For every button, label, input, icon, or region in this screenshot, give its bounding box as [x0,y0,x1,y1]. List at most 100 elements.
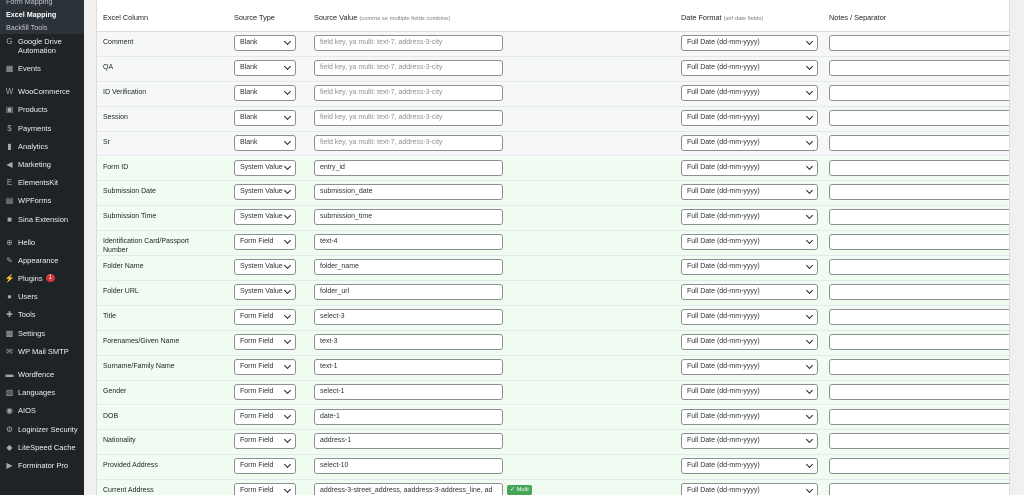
source-type-select[interactable]: Form Field [234,333,296,350]
source-value-input[interactable]: submission_date [314,184,503,201]
source-type-select[interactable]: System Value [234,259,296,276]
notes-separator-input[interactable] [829,383,1009,400]
notes-separator-input[interactable] [829,483,1009,495]
notes-separator-input[interactable] [829,408,1009,425]
date-format-select[interactable]: Full Date (dd-mm-yyyy) [681,35,818,51]
source-value-input[interactable]: folder_name [314,259,503,276]
date-format-select[interactable]: Full Date (dd-mm-yyyy) [681,209,818,226]
date-format-select[interactable]: Full Date (dd-mm-yyyy) [681,84,818,101]
submenu-item[interactable]: Excel Mapping [0,8,84,21]
source-type-select[interactable]: System Value [234,159,296,176]
source-type-select[interactable]: Blank [234,134,296,151]
date-format-select[interactable]: Full Date (dd-mm-yyyy) [681,109,818,126]
notes-separator-input[interactable] [829,84,1009,101]
notes-separator-input[interactable] [829,433,1009,450]
sidebar-item-google-drive-automation[interactable]: G Google Drive Automation [0,34,84,61]
date-format-select[interactable]: Full Date (dd-mm-yyyy) [681,59,818,76]
source-type-select[interactable]: Form Field [234,483,296,495]
date-format-select[interactable]: Full Date (dd-mm-yyyy) [681,333,818,350]
source-type-select[interactable]: System Value [234,209,296,226]
sidebar-item-sina-extension[interactable]: ■ Sina Extension [0,212,84,230]
source-value-input[interactable]: select-1 [314,383,503,400]
date-format-select[interactable]: Full Date (dd-mm-yyyy) [681,284,818,300]
source-value-input[interactable]: date-1 [314,408,503,425]
sidebar-item-wp-mail-smtp[interactable]: ✉ WP Mail SMTP [0,344,84,362]
notes-separator-input[interactable] [829,184,1009,201]
sidebar-item-events[interactable]: ▦ Events [0,61,84,79]
sidebar-item-aios[interactable]: ◉ AIOS [0,403,84,421]
sidebar-item-marketing[interactable]: ◀ Marketing [0,157,84,175]
sidebar-item-elementskit[interactable]: E ElementsKit [0,175,84,193]
source-value-input[interactable]: field key, ya multi: text-7, address-3-c… [314,109,503,126]
notes-separator-input[interactable] [829,458,1009,475]
date-format-select[interactable]: Full Date (dd-mm-yyyy) [681,134,818,151]
sidebar-item-litespeed-cache[interactable]: ◆ LiteSpeed Cache [0,440,84,458]
sidebar-item-products[interactable]: ▣ Products [0,102,84,120]
notes-separator-input[interactable] [829,234,1009,251]
date-format-select[interactable]: Full Date (dd-mm-yyyy) [681,458,818,475]
sidebar-item-tools[interactable]: ✚ Tools [0,307,84,325]
notes-separator-input[interactable] [829,308,1009,325]
source-type-select[interactable]: System Value [234,184,296,201]
source-type-select[interactable]: Blank [234,109,296,126]
sidebar-item-wordfence[interactable]: ▬ Wordfence [0,367,84,385]
source-value-input[interactable]: entry_id [314,159,503,176]
notes-separator-input[interactable] [829,333,1009,350]
sidebar-item-plugins[interactable]: ⚡ Plugins 1 [0,271,84,289]
sidebar-item-loginizer-security[interactable]: ⚙ Loginizer Security [0,422,84,440]
source-type-select[interactable]: Form Field [234,234,296,251]
notes-separator-input[interactable] [829,209,1009,226]
sidebar-item-settings[interactable]: ▩ Settings [0,326,84,344]
source-value-input[interactable]: field key, ya multi: text-7, address-3-c… [314,59,503,76]
date-format-select[interactable]: Full Date (dd-mm-yyyy) [681,184,818,201]
sidebar-item-hello[interactable]: ⊕ Hello [0,235,84,253]
date-format-select[interactable]: Full Date (dd-mm-yyyy) [681,483,818,495]
sidebar-item-payments[interactable]: $ Payments [0,121,84,139]
submenu-item[interactable]: Backfill Tools [0,21,84,34]
sidebar-item-wpforms[interactable]: ▤ WPForms [0,193,84,211]
date-format-select[interactable]: Full Date (dd-mm-yyyy) [681,358,818,375]
source-type-select[interactable]: Form Field [234,383,296,400]
source-type-select[interactable]: Form Field [234,308,296,325]
notes-separator-input[interactable] [829,159,1009,176]
source-value-input[interactable]: field key, ya multi: text-7, address-3-c… [314,84,503,101]
source-value-input[interactable]: text-1 [314,358,503,375]
date-format-select[interactable]: Full Date (dd-mm-yyyy) [681,383,818,400]
date-format-select[interactable]: Full Date (dd-mm-yyyy) [681,159,818,176]
source-type-select[interactable]: Blank [234,59,296,76]
source-value-input[interactable]: select-10 [314,458,503,475]
source-value-input[interactable]: field key, ya multi: text-7, address-3-c… [314,35,503,51]
notes-separator-input[interactable] [829,259,1009,276]
notes-separator-input[interactable] [829,35,1009,51]
source-type-select[interactable]: Blank [234,84,296,101]
notes-separator-input[interactable] [829,134,1009,151]
notes-separator-input[interactable] [829,358,1009,375]
date-format-select[interactable]: Full Date (dd-mm-yyyy) [681,308,818,325]
date-format-select[interactable]: Full Date (dd-mm-yyyy) [681,433,818,450]
sidebar-item-analytics[interactable]: ▮ Analytics [0,139,84,157]
source-value-input[interactable]: text-3 [314,333,503,350]
source-type-select[interactable]: Form Field [234,408,296,425]
source-value-input[interactable]: text-4 [314,234,503,251]
sidebar-item-forminator-pro[interactable]: ▶ Forminator Pro [0,458,84,476]
source-value-input[interactable]: field key, ya multi: text-7, address-3-c… [314,134,503,151]
sidebar-item-languages[interactable]: ▧ Languages [0,385,84,403]
sidebar-item-appearance[interactable]: ✎ Appearance [0,253,84,271]
notes-separator-input[interactable] [829,284,1009,300]
submenu-item[interactable]: Form Mapping [0,0,84,8]
sidebar-item-users[interactable]: ● Users [0,289,84,307]
source-value-input[interactable]: submission_time [314,209,503,226]
date-format-select[interactable]: Full Date (dd-mm-yyyy) [681,234,818,251]
source-value-input[interactable]: folder_url [314,284,503,300]
source-type-select[interactable]: Blank [234,35,296,51]
source-value-input[interactable]: address-1 [314,433,503,450]
source-value-input[interactable]: address-3-street_address, aaddress-3-add… [314,483,503,495]
date-format-select[interactable]: Full Date (dd-mm-yyyy) [681,259,818,276]
notes-separator-input[interactable] [829,59,1009,76]
date-format-select[interactable]: Full Date (dd-mm-yyyy) [681,408,818,425]
source-type-select[interactable]: Form Field [234,358,296,375]
source-type-select[interactable]: System Value [234,284,296,300]
scrollbar[interactable] [1014,0,1024,495]
sidebar-item-woocommerce[interactable]: W WooCommerce [0,84,84,102]
source-type-select[interactable]: Form Field [234,433,296,450]
